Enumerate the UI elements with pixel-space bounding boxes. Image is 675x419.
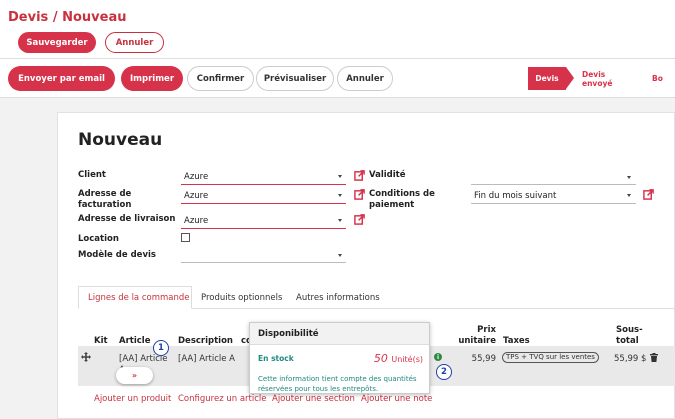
tax-tag[interactable]: TPS + TVQ sur les ventes: [502, 352, 599, 363]
drag-handle-icon[interactable]: [81, 352, 91, 362]
rental-checkbox[interactable]: [181, 233, 190, 242]
breadcrumb-parent[interactable]: Devis: [8, 10, 48, 25]
rental-label: Location: [78, 234, 119, 244]
status-quote[interactable]: Devis: [528, 67, 566, 90]
action-bar: Envoyer par email Imprimer Confirmer Pré…: [0, 59, 675, 98]
payment-external-link-icon[interactable]: [643, 189, 654, 200]
configure-article-link[interactable]: Configurez un article: [178, 394, 267, 404]
stock-unit: Unité(s): [391, 355, 423, 364]
shipping-address-underline: [181, 228, 346, 229]
trash-icon[interactable]: [650, 353, 658, 362]
col-subtotal: Sous-total: [616, 325, 643, 346]
print-button[interactable]: Imprimer: [121, 66, 183, 91]
save-button[interactable]: Sauvegarder: [18, 32, 96, 53]
client-dropdown-icon[interactable]: [338, 175, 342, 178]
payment-dropdown-icon[interactable]: [627, 194, 631, 197]
status-quote-sent[interactable]: Devis envoyé: [582, 67, 634, 90]
add-product-link[interactable]: Ajouter un produit: [94, 394, 171, 404]
billing-external-link-icon[interactable]: [354, 189, 365, 200]
tab-other-info[interactable]: Autres informations: [296, 293, 380, 303]
billing-address-underline: [181, 203, 346, 204]
stock-quantity-value: 50: [373, 352, 388, 365]
client-label: Client: [78, 170, 106, 180]
quote-template-input[interactable]: [181, 262, 346, 263]
tab-order-lines[interactable]: Lignes de la commande: [88, 293, 190, 303]
shipping-address-label: Adresse de livraison: [78, 214, 176, 224]
validity-dropdown-icon[interactable]: [627, 176, 631, 179]
row-subtotal: 55,99 $: [614, 354, 647, 364]
annotation-badge-1: 1: [153, 340, 169, 356]
preview-button[interactable]: Prévisualiser: [256, 66, 334, 91]
client-input[interactable]: Azure: [184, 172, 208, 183]
status-arrow: [566, 67, 574, 89]
send-email-button[interactable]: Envoyer par email: [8, 66, 115, 91]
stock-status: En stock: [258, 354, 294, 363]
billing-dropdown-icon[interactable]: [338, 194, 342, 197]
confirm-button[interactable]: Confirmer: [187, 66, 254, 91]
availability-popover: Disponibilité En stock 50 Unité(s) Cette…: [249, 322, 430, 394]
status-sales-order[interactable]: Bo: [652, 67, 675, 90]
payment-terms-label: Conditions de paiement: [369, 189, 435, 210]
billing-address-label: Adresse de facturation: [78, 189, 132, 210]
payment-terms-input[interactable]: Fin du mois suivant: [474, 191, 556, 202]
discard-button[interactable]: Annuler: [105, 32, 164, 53]
shipping-dropdown-icon[interactable]: [338, 219, 342, 222]
tab-optional-products[interactable]: Produits optionnels: [201, 293, 282, 303]
stock-quantity: 50 Unité(s): [374, 352, 423, 365]
payment-terms-underline: [471, 203, 636, 204]
add-note-link[interactable]: Ajouter une note: [361, 394, 432, 404]
cancel-quote-button[interactable]: Annuler: [337, 66, 393, 91]
template-dropdown-icon[interactable]: [338, 254, 342, 257]
quote-template-label: Modèle de devis: [78, 250, 156, 260]
popover-title: Disponibilité: [250, 323, 429, 345]
billing-address-input[interactable]: Azure: [184, 191, 208, 202]
open-row-button[interactable]: »: [116, 367, 153, 384]
row-unit-price[interactable]: 55,99: [456, 354, 496, 365]
validity-underline: [471, 184, 636, 185]
row-description[interactable]: [AA] Article A: [178, 354, 235, 365]
add-section-link[interactable]: Ajouter une section: [272, 394, 355, 404]
stock-info-text: Cette information tient compte des quant…: [258, 375, 417, 393]
col-unit-price: Prix unitaire: [458, 325, 496, 346]
client-external-link-icon[interactable]: [354, 170, 365, 181]
breadcrumb-separator: /: [52, 10, 58, 25]
record-title: Nouveau: [78, 130, 163, 150]
client-underline: [181, 184, 346, 185]
annotation-badge-2: 2: [436, 364, 452, 380]
breadcrumb-current: Nouveau: [62, 10, 127, 25]
availability-info-icon[interactable]: i: [434, 353, 442, 361]
breadcrumb: Devis / Nouveau: [8, 10, 126, 25]
shipping-address-input[interactable]: Azure: [184, 216, 208, 227]
validity-label: Validité: [369, 170, 406, 180]
control-panel: Devis / Nouveau Sauvegarder Annuler: [0, 0, 675, 59]
shipping-external-link-icon[interactable]: [354, 214, 365, 225]
